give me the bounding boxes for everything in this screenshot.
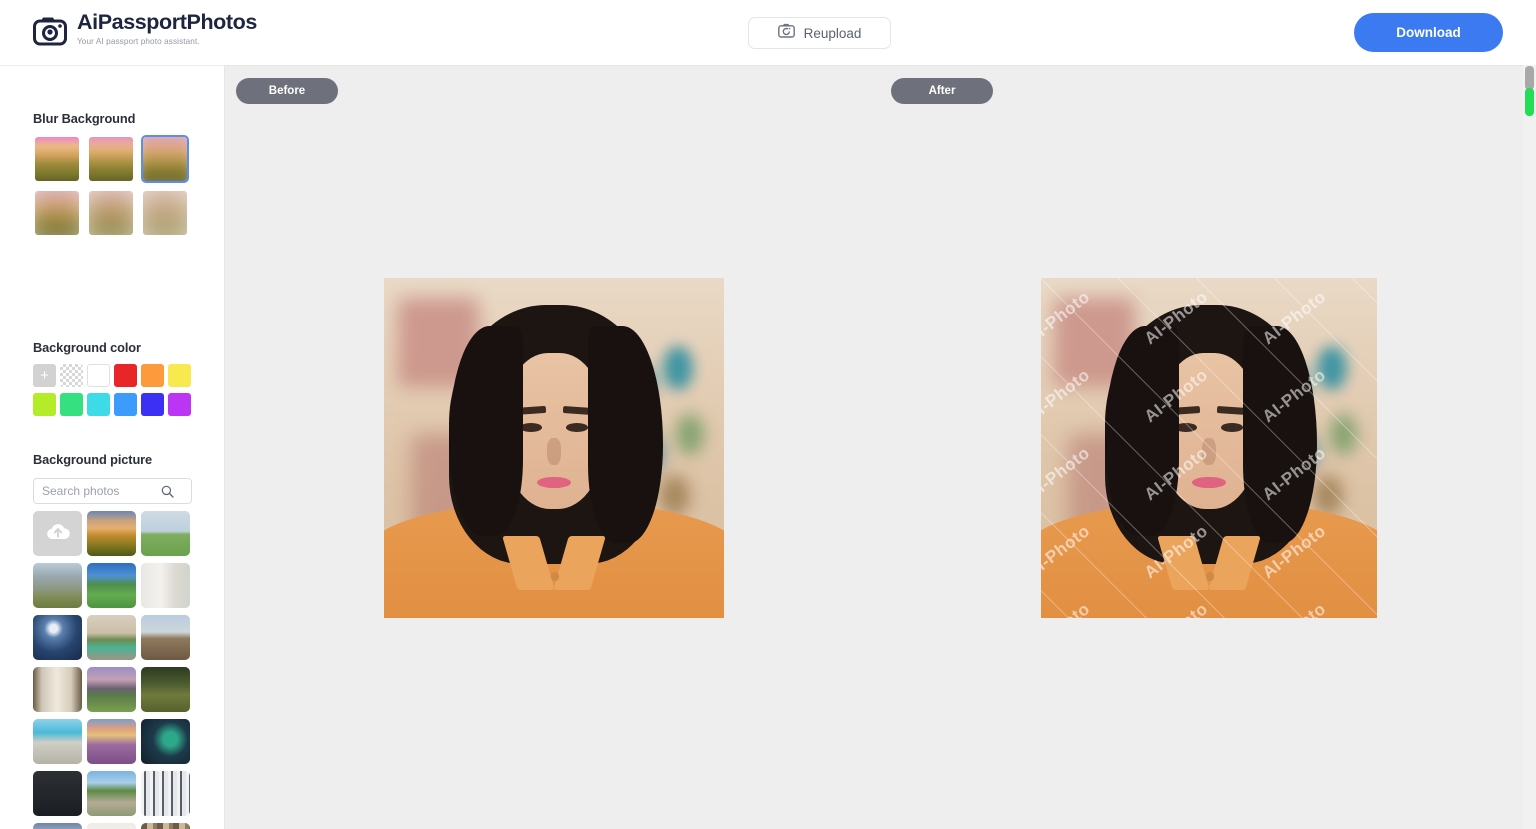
before-portrait	[384, 278, 724, 618]
photo-white-hall[interactable]	[87, 823, 136, 829]
color-red[interactable]	[114, 364, 137, 387]
photo-thumb-art	[87, 563, 136, 608]
photo-thumb-art	[87, 771, 136, 816]
background-color-grid: +	[33, 364, 191, 416]
photo-thumb-art	[33, 563, 82, 608]
color-indigo[interactable]	[141, 393, 164, 416]
photo-beach-pier[interactable]	[33, 719, 82, 764]
before-label-pill[interactable]: Before	[236, 78, 338, 104]
color-orange[interactable]	[141, 364, 164, 387]
page-scrollbar-thumb[interactable]	[1525, 88, 1534, 116]
blur-thumb-art	[143, 137, 187, 181]
color-cyan[interactable]	[87, 393, 110, 416]
photo-thumb-art	[33, 771, 82, 816]
color-white[interactable]	[87, 364, 110, 387]
blur-background-grid	[33, 135, 189, 237]
color-blue[interactable]	[114, 393, 137, 416]
blur-thumb-art	[89, 137, 133, 181]
photo-thumb-art	[87, 615, 136, 660]
sidebar: Blur Background Background color + Backg…	[0, 65, 225, 829]
photo-thumb-art	[141, 511, 190, 556]
background-picture-title: Background picture	[33, 452, 153, 467]
photo-thumb-art	[33, 823, 82, 829]
photo-thumb-art	[33, 719, 82, 764]
brand-tagline: Your AI passport photo assistant.	[77, 36, 200, 46]
blur-background-title: Blur Background	[33, 111, 136, 126]
camera-refresh-icon	[777, 23, 795, 43]
blur-level-3[interactable]	[141, 135, 189, 183]
color-lime[interactable]	[33, 393, 56, 416]
photo-mountain-peak[interactable]	[33, 563, 82, 608]
brand-title: AiPassportPhotos	[77, 10, 257, 34]
search-input[interactable]	[34, 479, 156, 503]
camera-logo-icon	[33, 16, 67, 46]
photo-flower-field-sunset[interactable]	[87, 719, 136, 764]
photo-thumb-art	[141, 823, 190, 829]
photo-ferris-wheel[interactable]	[141, 719, 190, 764]
photo-thumb-art	[33, 667, 82, 712]
photo-green-hills[interactable]	[87, 563, 136, 608]
brand-logo[interactable]: AiPassportPhotos Your AI passport photo …	[33, 10, 257, 46]
color-yellow[interactable]	[168, 364, 191, 387]
photo-thumb-art	[141, 771, 190, 816]
photo-thumb-art	[141, 563, 190, 608]
photo-snow-birch-forest[interactable]	[141, 771, 190, 816]
after-label-pill[interactable]: After	[891, 78, 993, 104]
color-magenta[interactable]	[168, 393, 191, 416]
blur-thumb-art	[35, 191, 79, 235]
magnifier-icon[interactable]	[156, 485, 178, 498]
photo-full-moon[interactable]	[33, 615, 82, 660]
download-button[interactable]: Download	[1354, 13, 1503, 52]
color-green[interactable]	[60, 393, 83, 416]
app-root: AiPassportPhotos Your AI passport photo …	[0, 0, 1536, 829]
photo-chair-under-tree[interactable]	[141, 667, 190, 712]
photo-window-curtain[interactable]	[33, 667, 82, 712]
photo-chalkboard[interactable]	[33, 771, 82, 816]
photo-thumb-art	[141, 719, 190, 764]
blur-thumb-art	[89, 191, 133, 235]
color-picker-add[interactable]: +	[33, 364, 56, 387]
photo-thumb-art	[141, 615, 190, 660]
blur-level-4[interactable]	[33, 189, 81, 237]
photo-thumb-art	[87, 719, 136, 764]
photo-thumb-art	[33, 615, 82, 660]
photo-stone-columns[interactable]	[141, 823, 190, 829]
blur-thumb-art	[35, 137, 79, 181]
blur-level-2[interactable]	[87, 135, 135, 183]
background-picture-grid	[33, 511, 190, 829]
photo-upload-tile[interactable]	[33, 511, 82, 556]
reupload-label: Reupload	[803, 25, 862, 41]
photo-thumb-art	[87, 511, 136, 556]
photo-tree-path[interactable]	[87, 771, 136, 816]
before-image-frame[interactable]	[384, 278, 724, 618]
photo-mountain-dusk[interactable]	[87, 667, 136, 712]
search-photos-box[interactable]	[33, 478, 192, 504]
photo-green-car-tree[interactable]	[87, 615, 136, 660]
blur-level-1[interactable]	[33, 135, 81, 183]
photo-desert-plain[interactable]	[141, 615, 190, 660]
blur-level-6[interactable]	[141, 189, 189, 237]
color-transparent[interactable]	[60, 364, 83, 387]
photo-thumb-art	[141, 667, 190, 712]
cloud-upload-icon	[45, 522, 71, 546]
after-portrait	[1041, 278, 1377, 618]
photo-interior-shelf[interactable]	[141, 563, 190, 608]
blur-level-5[interactable]	[87, 189, 135, 237]
photo-sunset-city[interactable]	[87, 511, 136, 556]
preview-canvas: Before After AI-Photo AI-Photo AI-Photo AI-…	[225, 65, 1536, 829]
page-scrollbar-track[interactable]	[1523, 65, 1536, 829]
photo-lone-tree-field[interactable]	[141, 511, 190, 556]
photo-thumb-art	[87, 823, 136, 829]
page-scrollbar-cap[interactable]	[1525, 66, 1534, 90]
after-image-frame[interactable]: AI-Photo AI-Photo AI-Photo AI-Photo AI-Photo…	[1041, 278, 1377, 618]
blur-thumb-art	[143, 191, 187, 235]
app-header: AiPassportPhotos Your AI passport photo …	[0, 0, 1536, 65]
reupload-button[interactable]: Reupload	[748, 17, 891, 49]
photo-yellow-flower-field[interactable]	[33, 823, 82, 829]
photo-thumb-art	[87, 667, 136, 712]
background-color-title: Background color	[33, 340, 141, 355]
